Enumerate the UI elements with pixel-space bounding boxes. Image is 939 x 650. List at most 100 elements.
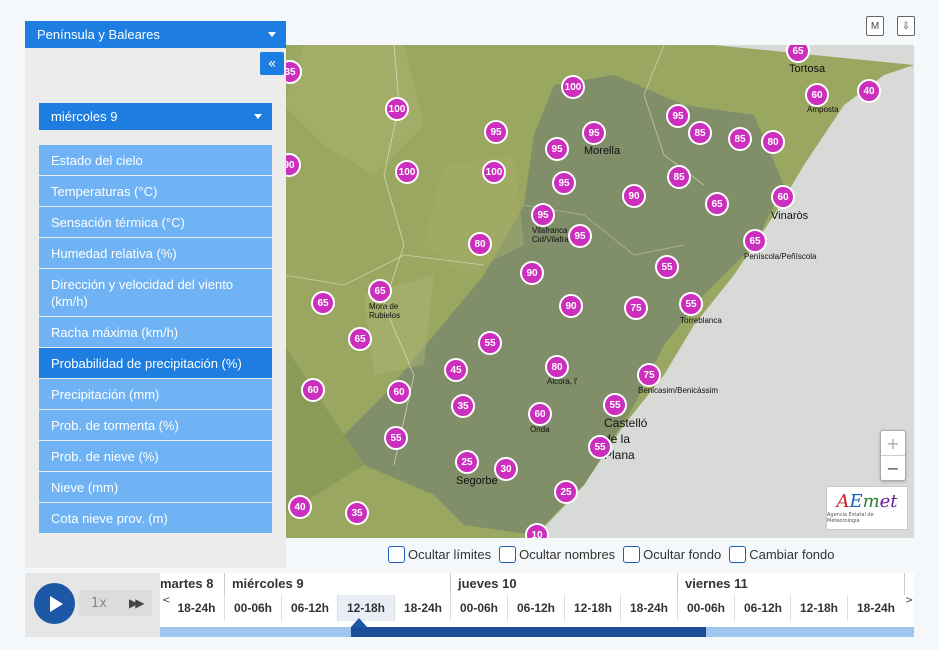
- precip-pin[interactable]: 30: [494, 457, 518, 481]
- hide-background-checkbox[interactable]: Ocultar fondo: [623, 546, 721, 563]
- precip-pin[interactable]: 65: [743, 229, 767, 253]
- precip-pin[interactable]: 60: [301, 378, 325, 402]
- time-slot[interactable]: 18-24h: [847, 595, 904, 621]
- checkbox-box[interactable]: [623, 546, 641, 563]
- forecast-map[interactable]: Tortosa Amposta Morella Vinaròs Vilafran…: [284, 45, 914, 538]
- precip-pin[interactable]: 45: [444, 358, 468, 382]
- precip-pin[interactable]: 55: [588, 435, 612, 459]
- precip-pin[interactable]: 35: [345, 501, 369, 525]
- precip-pin[interactable]: 55: [655, 255, 679, 279]
- layer-prob-precipitacion[interactable]: Probabilidad de precipitación (%): [39, 348, 272, 378]
- precip-pin[interactable]: 95: [666, 104, 690, 128]
- precip-pin[interactable]: 60: [771, 185, 795, 209]
- time-slot[interactable]: 12-18h: [564, 595, 621, 621]
- layer-estado-cielo[interactable]: Estado del cielo: [39, 145, 272, 175]
- layer-precipitacion[interactable]: Precipitación (mm): [39, 379, 272, 409]
- precip-pin[interactable]: 75: [637, 363, 661, 387]
- precip-pin[interactable]: 60: [805, 83, 829, 107]
- layer-prob-tormenta[interactable]: Prob. de tormenta (%): [39, 410, 272, 440]
- precip-pin[interactable]: 60: [387, 380, 411, 404]
- timeline-left-arrow[interactable]: <: [162, 595, 170, 606]
- aemet-logo[interactable]: AEmet Agencia Estatal de Meteorología: [826, 486, 908, 530]
- precip-pin[interactable]: 65: [368, 279, 392, 303]
- day-select[interactable]: miércoles 9: [39, 103, 272, 130]
- hide-names-checkbox[interactable]: Ocultar nombres: [499, 546, 615, 563]
- precip-pin[interactable]: 25: [554, 480, 578, 504]
- time-slot[interactable]: 06-12h: [281, 595, 338, 621]
- layer-cota-nieve[interactable]: Cota nieve prov. (m): [39, 503, 272, 533]
- precip-pin[interactable]: 95: [568, 224, 592, 248]
- layer-prob-nieve[interactable]: Prob. de nieve (%): [39, 441, 272, 471]
- checkbox-box[interactable]: [388, 546, 405, 563]
- precip-pin[interactable]: 55: [679, 292, 703, 316]
- precip-pin[interactable]: 55: [603, 393, 627, 417]
- precip-pin[interactable]: 80: [545, 355, 569, 379]
- region-select[interactable]: Península y Baleares: [25, 21, 286, 48]
- time-slot[interactable]: 12-18h: [790, 595, 847, 621]
- precip-pin[interactable]: 55: [478, 331, 502, 355]
- precip-pin[interactable]: 90: [622, 184, 646, 208]
- layer-humedad[interactable]: Humedad relativa (%): [39, 238, 272, 268]
- speed-value: 1x: [91, 595, 107, 611]
- precip-pin[interactable]: 65: [705, 192, 729, 216]
- precip-pin[interactable]: 25: [455, 450, 479, 474]
- timeline-right-arrow[interactable]: >: [905, 595, 913, 606]
- time-slot[interactable]: 18-24h: [394, 595, 451, 621]
- chevron-down-icon: [254, 114, 262, 119]
- timeline-marker[interactable]: [351, 618, 367, 627]
- layer-viento[interactable]: Dirección y velocidad del viento (km/h): [39, 269, 272, 316]
- time-slot[interactable]: 00-06h: [677, 595, 734, 621]
- precip-pin[interactable]: 100: [482, 160, 506, 184]
- precip-pin[interactable]: 95: [545, 137, 569, 161]
- precip-pin[interactable]: 90: [520, 261, 544, 285]
- precip-pin[interactable]: 40: [857, 79, 881, 103]
- speed-control[interactable]: 1x ▶▶: [79, 590, 152, 616]
- precip-pin[interactable]: 65: [348, 327, 372, 351]
- precip-pin[interactable]: 100: [561, 75, 585, 99]
- precip-pin[interactable]: 55: [384, 426, 408, 450]
- checkbox-box[interactable]: [729, 546, 747, 563]
- precip-pin[interactable]: 95: [582, 121, 606, 145]
- change-background-checkbox[interactable]: Cambiar fondo: [729, 546, 835, 563]
- precip-pin[interactable]: 65: [311, 291, 335, 315]
- precip-pin[interactable]: 100: [395, 160, 419, 184]
- play-button[interactable]: [34, 583, 75, 624]
- m-icon[interactable]: M: [866, 16, 884, 36]
- time-slot[interactable]: 06-12h: [734, 595, 791, 621]
- precip-pin[interactable]: 95: [484, 120, 508, 144]
- precip-pin[interactable]: 85: [728, 127, 752, 151]
- precip-pin[interactable]: 40: [288, 495, 312, 519]
- layer-nieve[interactable]: Nieve (mm): [39, 472, 272, 502]
- zoom-in-button[interactable]: +: [881, 431, 905, 456]
- town-label-peniscola: Peníscola/Peñíscola: [744, 252, 817, 261]
- collapse-panel-button[interactable]: «: [260, 52, 284, 75]
- timeline: 1x ▶▶ martes 8 miércoles 9 jueves 10 vie…: [25, 573, 914, 637]
- precip-pin[interactable]: 80: [468, 232, 492, 256]
- town-label-onda: Onda: [530, 425, 550, 434]
- zoom-out-button[interactable]: −: [881, 456, 905, 480]
- time-slot[interactable]: 18-24h: [620, 595, 677, 621]
- precip-pin[interactable]: 95: [531, 203, 555, 227]
- precip-pin[interactable]: 35: [451, 394, 475, 418]
- precip-pin[interactable]: 85: [667, 165, 691, 189]
- precip-pin[interactable]: 85: [688, 121, 712, 145]
- timeline-track[interactable]: martes 8 miércoles 9 jueves 10 viernes 1…: [160, 573, 914, 637]
- layer-temperaturas[interactable]: Temperaturas (°C): [39, 176, 272, 206]
- precip-pin[interactable]: 100: [385, 97, 409, 121]
- town-label-amposta: Amposta: [807, 105, 839, 114]
- time-slot[interactable]: 18-24h: [168, 595, 225, 621]
- precip-pin[interactable]: 95: [552, 171, 576, 195]
- download-icon[interactable]: ⇩: [897, 16, 915, 36]
- time-slot[interactable]: 00-06h: [224, 595, 281, 621]
- precip-pin[interactable]: 60: [528, 402, 552, 426]
- time-slot[interactable]: 06-12h: [507, 595, 564, 621]
- time-slot[interactable]: 00-06h: [450, 595, 507, 621]
- fast-forward-icon[interactable]: ▶▶: [129, 596, 145, 610]
- checkbox-box[interactable]: [499, 546, 517, 563]
- precip-pin[interactable]: 80: [761, 130, 785, 154]
- hide-limits-checkbox[interactable]: Ocultar límites: [388, 546, 491, 563]
- precip-pin[interactable]: 90: [559, 294, 583, 318]
- precip-pin[interactable]: 75: [624, 296, 648, 320]
- layer-racha[interactable]: Racha máxima (km/h): [39, 317, 272, 347]
- layer-sensacion-termica[interactable]: Sensación térmica (°C): [39, 207, 272, 237]
